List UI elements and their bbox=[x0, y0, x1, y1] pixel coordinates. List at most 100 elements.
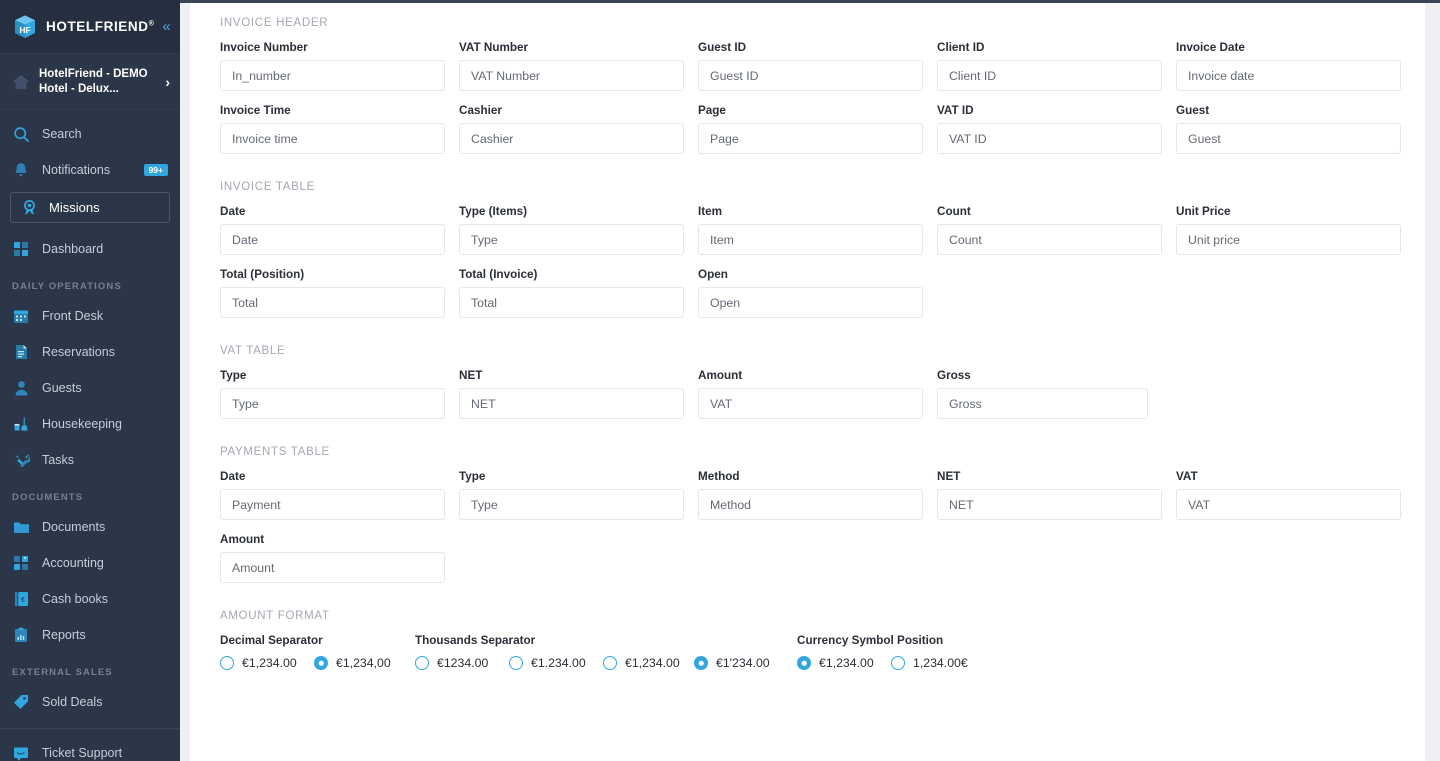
radio-decimal-sep-option-2[interactable]: €1,234,00 bbox=[314, 656, 391, 670]
radio-label: €1234.00 bbox=[437, 655, 489, 670]
field-label: Invoice Date bbox=[1176, 41, 1245, 54]
invoice-table-total-invoice-input[interactable] bbox=[459, 287, 684, 318]
sidebar-item-documents[interactable]: Documents bbox=[0, 509, 180, 545]
amount-format-groups: Decimal Separator €1,234.00 €1,234,00 Th… bbox=[220, 634, 1403, 670]
guest-input[interactable] bbox=[1176, 123, 1401, 154]
sidebar-item-tasks[interactable]: Tasks bbox=[0, 442, 180, 478]
svg-text:€: € bbox=[21, 597, 25, 604]
top-divider bbox=[180, 0, 1440, 3]
field-label: Guest bbox=[1176, 104, 1210, 117]
radio-decimal-sep-option-1[interactable]: €1,234.00 bbox=[220, 656, 314, 670]
invoice-number-input[interactable] bbox=[220, 60, 445, 91]
invoice-table-count-input[interactable] bbox=[937, 224, 1162, 255]
home-icon bbox=[12, 73, 30, 91]
radio-thousands-sep-option-1[interactable]: €1234.00 bbox=[415, 656, 509, 670]
invoice-table-date-input[interactable] bbox=[220, 224, 445, 255]
sidebar-item-label: Tasks bbox=[42, 453, 74, 467]
bell-icon bbox=[12, 161, 30, 179]
vat-table-type-input[interactable] bbox=[220, 388, 445, 419]
radio-dot-icon bbox=[220, 656, 234, 670]
field-label: Total (Position) bbox=[220, 268, 305, 281]
sidebar-item-housekeeping[interactable]: Housekeeping bbox=[0, 406, 180, 442]
radio-label: €1,234.00 bbox=[625, 655, 680, 670]
page-input[interactable] bbox=[698, 123, 923, 154]
sidebar-item-label: Reports bbox=[42, 628, 86, 642]
field-label: Invoice Time bbox=[220, 104, 291, 117]
sidebar-item-front-desk[interactable]: Front Desk bbox=[0, 298, 180, 334]
field-it-total-position: Total (Position) bbox=[220, 268, 445, 318]
field-it-unit-price: Unit Price bbox=[1176, 205, 1401, 255]
hotel-selector[interactable]: HotelFriend - DEMO Hotel - Delux... › bbox=[0, 54, 180, 110]
sidebar-item-cash-books[interactable]: € Cash books bbox=[0, 581, 180, 617]
brand-name: HOTELFRIEND® bbox=[46, 19, 155, 34]
section-title: INVOICE TABLE bbox=[220, 181, 315, 193]
radio-currency-pos-option-2[interactable]: 1,234.00€ bbox=[891, 656, 968, 670]
invoice-time-input[interactable] bbox=[220, 123, 445, 154]
vat-id-input[interactable] bbox=[937, 123, 1162, 154]
payments-table-date-input[interactable] bbox=[220, 489, 445, 520]
radio-currency-pos-option-1[interactable]: €1,234.00 bbox=[797, 656, 891, 670]
radio-options: €1234.00 €1.234.00 €1,234.00 €1'234.00 bbox=[415, 656, 797, 670]
chevron-right-icon[interactable]: › bbox=[165, 74, 170, 90]
payments-table-net-input[interactable] bbox=[937, 489, 1162, 520]
collapse-sidebar-icon[interactable]: « bbox=[162, 19, 170, 34]
sidebar-item-search[interactable]: Search bbox=[0, 116, 180, 152]
field-it-total-invoice: Total (Invoice) bbox=[459, 268, 684, 318]
field-label: NET bbox=[459, 369, 483, 382]
field-label: NET bbox=[937, 470, 961, 483]
field-vt-gross: Gross bbox=[937, 369, 1148, 419]
sidebar-item-sold-deals[interactable]: Sold Deals bbox=[0, 684, 180, 720]
main-content: INVOICE HEADER Invoice Number VAT Number… bbox=[180, 0, 1440, 761]
invoice-table-open-input[interactable] bbox=[698, 287, 923, 318]
invoice-table-total-position-input[interactable] bbox=[220, 287, 445, 318]
radio-thousands-sep-option-3[interactable]: €1,234.00 bbox=[603, 656, 694, 670]
field-it-open: Open bbox=[698, 268, 923, 318]
vat-number-input[interactable] bbox=[459, 60, 684, 91]
payments-table-method-input[interactable] bbox=[698, 489, 923, 520]
sidebar-item-guests[interactable]: Guests bbox=[0, 370, 180, 406]
calendar-icon bbox=[12, 307, 30, 325]
field-label: Total (Invoice) bbox=[459, 268, 538, 281]
app-root: HF HOTELFRIEND® « HotelFriend - DEMO Hot… bbox=[0, 0, 1440, 761]
sidebar-item-reports[interactable]: Reports bbox=[0, 617, 180, 653]
radio-label: €1,234,00 bbox=[336, 655, 391, 670]
sidebar-item-label: Ticket Support bbox=[42, 746, 123, 760]
guest-id-input[interactable] bbox=[698, 60, 923, 91]
sidebar-item-ticket-support[interactable]: Ticket Support bbox=[0, 735, 180, 761]
sidebar-item-accounting[interactable]: Accounting bbox=[0, 545, 180, 581]
vat-table-gross-input[interactable] bbox=[937, 388, 1148, 419]
payments-table-type-input[interactable] bbox=[459, 489, 684, 520]
sidebar-item-missions[interactable]: Missions bbox=[10, 192, 170, 223]
section-invoice-table: INVOICE TABLE Date Type (Items) Item bbox=[220, 181, 1403, 331]
invoice-table-unit-price-input[interactable] bbox=[1176, 224, 1401, 255]
radio-thousands-sep-option-2[interactable]: €1.234.00 bbox=[509, 656, 603, 670]
invoice-table-type-input[interactable] bbox=[459, 224, 684, 255]
field-vt-amount: Amount bbox=[698, 369, 923, 419]
sidebar-item-notifications[interactable]: Notifications 99+ bbox=[0, 152, 180, 188]
field-it-count: Count bbox=[937, 205, 1162, 255]
invoice-table-item-input[interactable] bbox=[698, 224, 923, 255]
radio-dot-icon bbox=[314, 656, 328, 670]
sidebar-item-reservations[interactable]: Reservations bbox=[0, 334, 180, 370]
payments-table-amount-input[interactable] bbox=[220, 552, 445, 583]
sidebar-item-dashboard[interactable]: Dashboard bbox=[0, 231, 180, 267]
vat-table-net-input[interactable] bbox=[459, 388, 684, 419]
payments-table-vat-input[interactable] bbox=[1176, 489, 1401, 520]
cashier-input[interactable] bbox=[459, 123, 684, 154]
radio-thousands-sep-option-4[interactable]: €1'234.00 bbox=[694, 656, 770, 670]
sidebar-divider bbox=[0, 728, 180, 729]
radio-dot-icon bbox=[891, 656, 905, 670]
field-grid: Type NET Amount Gross bbox=[220, 369, 1403, 432]
vat-table-amount-input[interactable] bbox=[698, 388, 923, 419]
field-label: Invoice Number bbox=[220, 41, 308, 54]
radio-label: €1,234.00 bbox=[819, 655, 874, 670]
section-invoice-header: INVOICE HEADER Invoice Number VAT Number… bbox=[220, 17, 1403, 167]
section-title: AMOUNT FORMAT bbox=[220, 610, 330, 622]
field-label: Page bbox=[698, 104, 726, 117]
section-title: VAT TABLE bbox=[220, 345, 286, 357]
radio-dot-icon bbox=[509, 656, 523, 670]
field-label: Method bbox=[698, 470, 740, 483]
client-id-input[interactable] bbox=[937, 60, 1162, 91]
invoice-date-input[interactable] bbox=[1176, 60, 1401, 91]
field-label: Amount bbox=[220, 533, 265, 546]
